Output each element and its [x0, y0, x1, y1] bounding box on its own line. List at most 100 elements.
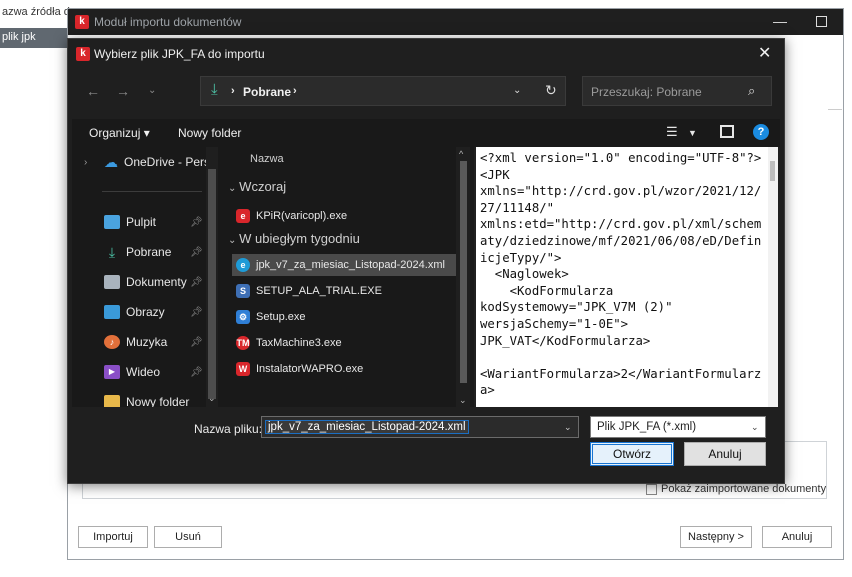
kpir-icon: e	[236, 209, 250, 223]
chevron-down-icon[interactable]: ⌄	[513, 85, 521, 96]
scrollbar-thumb[interactable]	[770, 161, 775, 181]
maximize-icon[interactable]	[816, 16, 827, 27]
forward-arrow-icon[interactable]: →	[116, 83, 130, 99]
nav-item-pictures[interactable]: Obrazy 📌︎	[72, 299, 206, 325]
preview-scrollbar[interactable]	[768, 147, 778, 407]
minimize-icon[interactable]: —	[773, 13, 787, 29]
file-name: jpk_v7_za_miesiac_Listopad-2024.xml	[256, 259, 445, 271]
open-button[interactable]: Otwórz	[590, 442, 674, 466]
chevron-down-icon[interactable]: ⌄	[228, 183, 239, 194]
file-item[interactable]: e KPiR(varicopl).exe	[232, 205, 456, 227]
nav-item-label: OneDrive - Perso	[124, 155, 217, 169]
background-selected-row[interactable]: plik jpk	[0, 28, 70, 48]
taxmachine-icon: TM	[236, 336, 250, 350]
nav-item-label: Pobrane	[126, 245, 172, 259]
search-input[interactable]: Przeszukaj: Pobrane ⌕	[582, 76, 772, 106]
view-options-icon[interactable]: ☰	[666, 124, 678, 140]
scroll-down-icon[interactable]: ⌄	[208, 393, 216, 404]
search-icon[interactable]: ⌕	[748, 83, 755, 99]
pin-icon[interactable]: 📌︎	[190, 307, 203, 318]
scrollbar-thumb[interactable]	[460, 161, 467, 383]
file-list: Nazwa ⌄ Wczoraj e KPiR(varicopl).exe ⌄ W…	[218, 147, 474, 407]
file-item[interactable]: S SETUP_ALA_TRIAL.EXE	[232, 280, 456, 302]
scroll-up-icon[interactable]: ^	[459, 149, 463, 159]
download-icon: ⤓	[211, 81, 218, 98]
next-button[interactable]: Następny >	[680, 526, 752, 548]
close-icon[interactable]: ✕	[758, 43, 771, 63]
filetype-select[interactable]: Plik JPK_FA (*.xml) ⌄	[590, 416, 766, 438]
pin-icon[interactable]: 📌︎	[190, 277, 203, 288]
pin-icon[interactable]: 📌︎	[190, 217, 203, 228]
group-header-yesterday[interactable]: ⌄ Wczoraj	[228, 179, 286, 194]
module-title: Moduł importu dokumentów	[94, 15, 242, 29]
import-button[interactable]: Importuj	[78, 526, 148, 548]
setup-icon: S	[236, 284, 250, 298]
nav-item-downloads[interactable]: ⤓ Pobrane 📌︎	[72, 239, 206, 265]
chevron-down-icon[interactable]: ⌄	[564, 422, 572, 433]
file-item[interactable]: TM TaxMachine3.exe	[232, 332, 456, 354]
folder-icon	[104, 395, 120, 407]
dialog-title: Wybierz plik JPK_FA do importu	[94, 47, 265, 61]
file-item-selected[interactable]: e jpk_v7_za_miesiac_Listopad-2024.xml	[232, 254, 456, 276]
background-column-header: azwa źródła d	[2, 6, 70, 18]
breadcrumb-current-folder[interactable]: Pobrane	[243, 85, 291, 99]
app-logo-icon: k	[76, 47, 90, 61]
nav-item-onedrive[interactable]: › ☁ OneDrive - Perso	[72, 149, 217, 175]
nav-item-new-folder[interactable]: Nowy folder	[72, 389, 206, 407]
file-name: Setup.exe	[256, 311, 306, 323]
cancel-button[interactable]: Anuluj	[684, 442, 766, 466]
chevron-right-icon[interactable]: ›	[84, 157, 87, 168]
show-imported-checkbox[interactable]: Pokaż zaimportowane dokumenty	[646, 483, 826, 495]
module-panel-edge	[828, 109, 842, 127]
file-list-scrollbar[interactable]: ^ ⌄	[456, 147, 470, 407]
checkbox-box[interactable]	[646, 483, 657, 495]
preview-pane-icon[interactable]	[720, 125, 734, 138]
organize-menu[interactable]: Organizuj ▾	[89, 126, 150, 140]
file-item[interactable]: W InstalatorWAPRO.exe	[232, 358, 456, 380]
nav-item-music[interactable]: ♪ Muzyka 📌︎	[72, 329, 206, 355]
file-item[interactable]: ⚙ Setup.exe	[232, 306, 456, 328]
scrollbar-thumb[interactable]	[208, 169, 216, 399]
divider	[102, 191, 202, 192]
breadcrumb-chevron-icon[interactable]: ›	[231, 85, 235, 97]
filename-input[interactable]: jpk_v7_za_miesiac_Listopad-2024.xml ⌄	[261, 416, 579, 438]
music-icon: ♪	[104, 335, 120, 349]
nav-item-label: Muzyka	[126, 335, 168, 349]
setup-exe-icon: ⚙	[236, 310, 250, 324]
group-label: Wczoraj	[239, 179, 287, 194]
chevron-down-icon[interactable]: ⌄	[228, 235, 239, 246]
group-header-last-week[interactable]: ⌄ W ubiegłym tygodniu	[228, 231, 360, 246]
nav-item-label: Nowy folder	[126, 395, 190, 407]
refresh-icon[interactable]: ↻	[545, 82, 557, 99]
address-bar[interactable]: ⤓ › Pobrane › ⌄ ↻	[200, 76, 566, 106]
file-name: InstalatorWAPRO.exe	[256, 363, 364, 375]
download-icon: ⤓	[108, 244, 116, 260]
file-open-dialog: k Wybierz plik JPK_FA do importu ✕ ← → ⌄…	[67, 38, 785, 484]
show-imported-label: Pokaż zaimportowane dokumenty	[661, 483, 827, 495]
pin-icon[interactable]: 📌︎	[190, 337, 203, 348]
scroll-down-icon[interactable]: ⌄	[459, 395, 467, 406]
nav-item-documents[interactable]: Dokumenty 📌︎	[72, 269, 206, 295]
nav-scrollbar[interactable]: ⌄	[206, 147, 218, 407]
new-folder-button[interactable]: Nowy folder	[178, 126, 241, 140]
dialog-toolbar: Organizuj ▾ Nowy folder ☰ ▼ ?	[72, 119, 780, 147]
xml-preview-text: <?xml version="1.0" encoding="UTF-8"?> <…	[480, 151, 762, 398]
module-cancel-button[interactable]: Anuluj	[762, 526, 832, 548]
column-header-name[interactable]: Nazwa	[250, 153, 284, 165]
back-arrow-icon[interactable]: ←	[86, 83, 100, 99]
recent-locations-chevron-icon[interactable]: ⌄	[148, 85, 156, 96]
nav-item-video[interactable]: ▶ Wideo 📌︎	[72, 359, 206, 385]
wapro-icon: W	[236, 362, 250, 376]
filename-value[interactable]: jpk_v7_za_miesiac_Listopad-2024.xml	[265, 420, 469, 434]
pin-icon[interactable]: 📌︎	[190, 247, 203, 258]
pin-icon[interactable]: 📌︎	[190, 367, 203, 378]
chevron-down-icon[interactable]: ⌄	[751, 422, 759, 433]
breadcrumb-chevron-icon[interactable]: ›	[293, 85, 297, 97]
help-icon[interactable]: ?	[753, 124, 769, 140]
remove-button[interactable]: Usuń	[154, 526, 222, 548]
chevron-down-icon[interactable]: ▼	[688, 128, 697, 138]
background-app-panel: azwa źródła d plik jpk	[0, 0, 70, 577]
video-icon: ▶	[104, 365, 120, 379]
nav-item-desktop[interactable]: Pulpit 📌︎	[72, 209, 206, 235]
navigation-pane: › ☁ OneDrive - Perso Pulpit 📌︎ ⤓ Pobrane…	[72, 147, 218, 407]
